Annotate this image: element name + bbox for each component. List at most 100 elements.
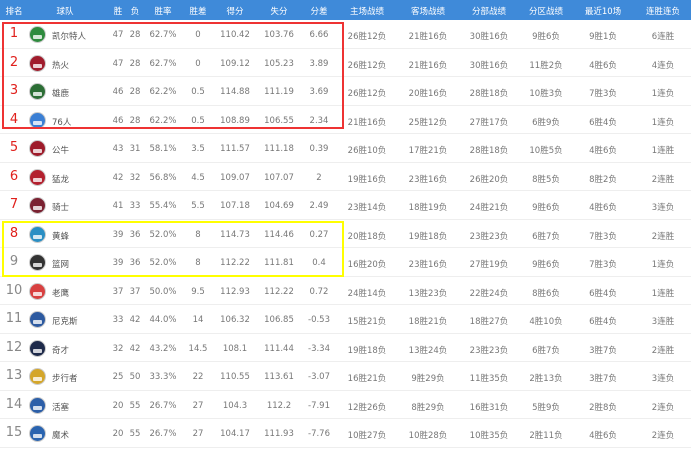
team-logo-icon xyxy=(29,254,46,271)
header-streak[interactable]: 连胜连负 xyxy=(646,5,680,17)
table-row[interactable]: 4 76人 46 28 62.2% 0.5 108.89 106.55 2.34 21胜16负 25… xyxy=(0,106,691,134)
team-name[interactable]: 奇才 xyxy=(52,344,69,356)
header-away-record[interactable]: 客场战绩 xyxy=(411,5,445,17)
team-logo-icon xyxy=(29,111,46,129)
games-behind: 9.5 xyxy=(191,286,205,297)
rank: 1 xyxy=(9,26,19,41)
team-name[interactable]: 骑士 xyxy=(52,201,69,213)
team-name[interactable]: 老鹰 xyxy=(52,287,69,299)
team-name[interactable]: 尼克斯 xyxy=(52,315,78,327)
team-name[interactable]: 76人 xyxy=(52,116,71,128)
team-logo-icon xyxy=(29,26,46,43)
conference-record: 9胜6负 xyxy=(532,203,560,213)
table-row[interactable]: 6 猛龙 42 32 56.8% 4.5 109.07 107.07 2 19胜16负 23胜16负… xyxy=(0,163,691,191)
table-row[interactable]: 7 骑士 41 33 55.4% 5.5 107.18 104.69 2.49 23胜14负 18胜… xyxy=(0,191,691,220)
header-points-for[interactable]: 得分 xyxy=(226,5,243,17)
games-behind: 8 xyxy=(195,258,201,268)
home-record: 15胜21负 xyxy=(347,317,387,327)
team-name[interactable]: 雄鹿 xyxy=(52,87,69,99)
header-points-against[interactable]: 失分 xyxy=(270,5,287,17)
last-10: 4胜6负 xyxy=(589,203,617,213)
last-10: 2胜8负 xyxy=(589,402,617,413)
win-pct: 56.8% xyxy=(149,172,177,183)
table-row[interactable]: 10 老鹰 37 37 50.0% 9.5 112.93 112.22 0.72 24胜14负 13… xyxy=(0,277,691,305)
games-behind: 27 xyxy=(192,400,204,411)
header-games-behind[interactable]: 胜差 xyxy=(189,5,206,17)
table-row[interactable]: 15 魔术 20 55 26.7% 27 104.17 111.93 -7.76 10胜27负 10… xyxy=(0,419,691,448)
header-home-record[interactable]: 主场战绩 xyxy=(350,5,384,17)
division-record: 22胜24负 xyxy=(469,288,509,299)
table-row[interactable]: 2 热火 47 28 62.7% 0 109.12 105.23 3.89 26胜12负 21胜16… xyxy=(0,49,691,77)
table-row[interactable]: 3 雄鹿 46 28 62.2% 0.5 114.88 111.19 3.69 26胜12负 20胜… xyxy=(0,77,691,106)
last-10: 6胜4负 xyxy=(589,117,617,128)
losses: 42 xyxy=(129,343,141,354)
home-record: 19胜18负 xyxy=(347,345,387,356)
division-record: 27胜17负 xyxy=(469,117,509,128)
point-diff: -3.07 xyxy=(308,372,330,382)
point-diff: 2 xyxy=(316,172,322,183)
team-name[interactable]: 活塞 xyxy=(52,401,69,413)
team-name[interactable]: 热火 xyxy=(52,59,69,71)
points-against: 113.61 xyxy=(264,372,294,382)
losses: 55 xyxy=(129,429,141,439)
points-for: 108.1 xyxy=(222,343,248,354)
home-record: 16胜21负 xyxy=(347,374,387,384)
points-for: 114.88 xyxy=(220,87,250,97)
table-row[interactable]: 1 凯尔特人 47 28 62.7% 0 110.42 103.76 6.66 26胜12负 21胜… xyxy=(0,20,691,49)
header-last-10[interactable]: 最近10场 xyxy=(585,5,621,17)
header-wins[interactable]: 胜 xyxy=(114,5,123,17)
header-division-record[interactable]: 分部战绩 xyxy=(472,5,506,17)
team-name[interactable]: 步行者 xyxy=(52,372,78,384)
points-against: 106.85 xyxy=(264,315,294,325)
table-row[interactable]: 9 篮网 39 36 52.0% 8 112.22 111.81 0.4 16胜20负 23胜16负… xyxy=(0,248,691,277)
home-record: 26胜10负 xyxy=(347,146,387,156)
away-record: 9胜29负 xyxy=(411,374,445,384)
rank: 2 xyxy=(9,54,19,70)
team-name[interactable]: 凯尔特人 xyxy=(52,30,86,42)
point-diff: 2.49 xyxy=(309,201,329,211)
wins: 42 xyxy=(112,172,124,183)
streak: 2连负 xyxy=(651,431,675,441)
team-name[interactable]: 猛龙 xyxy=(52,173,69,185)
points-for: 112.22 xyxy=(220,258,250,268)
games-behind: 5.5 xyxy=(191,201,205,211)
points-against: 111.81 xyxy=(264,258,294,268)
table-row[interactable]: 11 尼克斯 33 42 44.0% 14 106.32 106.85 -0.53 15胜21负 1… xyxy=(0,305,691,334)
team-logo-icon xyxy=(29,54,46,72)
table-row[interactable]: 8 黄蜂 39 36 52.0% 8 114.73 114.46 0.27 20胜18负 19胜18… xyxy=(0,220,691,248)
table-row[interactable]: 14 活塞 20 55 26.7% 27 104.3 112.2 -7.91 12胜26负 8胜29… xyxy=(0,391,691,419)
team-name[interactable]: 魔术 xyxy=(52,429,69,441)
points-for: 110.42 xyxy=(220,30,250,40)
header-losses[interactable]: 负 xyxy=(131,5,140,17)
losses: 36 xyxy=(129,258,141,268)
header-win-pct[interactable]: 胜率 xyxy=(154,5,171,17)
wins: 20 xyxy=(112,400,124,411)
conference-record: 2胜13负 xyxy=(529,374,563,384)
table-row[interactable]: 13 步行者 25 50 33.3% 22 110.55 113.61 -3.07 16胜21负 9… xyxy=(0,362,691,391)
away-record: 23胜16负 xyxy=(408,260,448,270)
point-diff: -7.91 xyxy=(308,400,330,411)
team-name[interactable]: 篮网 xyxy=(52,258,69,270)
division-record: 10胜35负 xyxy=(469,431,509,441)
home-record: 10胜27负 xyxy=(347,431,387,441)
streak: 4连负 xyxy=(651,60,675,71)
header-point-diff[interactable]: 分差 xyxy=(310,5,327,17)
points-against: 114.46 xyxy=(264,229,294,240)
table-row[interactable]: 5 公牛 43 31 58.1% 3.5 111.57 111.18 0.39 26胜10负 17胜… xyxy=(0,134,691,163)
table-row[interactable]: 12 奇才 32 42 43.2% 14.5 108.1 111.44 -3.34 19胜18负 1… xyxy=(0,334,691,362)
losses: 55 xyxy=(129,400,141,411)
header-team[interactable]: 球队 xyxy=(56,5,73,17)
away-record: 17胜21负 xyxy=(408,146,448,156)
last-10: 4胜6负 xyxy=(589,431,617,441)
games-behind: 0.5 xyxy=(191,87,205,97)
team-name[interactable]: 黄蜂 xyxy=(52,230,69,242)
points-against: 111.19 xyxy=(264,87,294,97)
wins: 32 xyxy=(112,343,124,354)
header-conference-record[interactable]: 分区战绩 xyxy=(529,5,563,17)
wins: 37 xyxy=(112,286,124,297)
streak: 2连负 xyxy=(651,402,675,413)
points-for: 104.3 xyxy=(222,400,248,411)
team-logo-icon xyxy=(29,83,46,100)
team-name[interactable]: 公牛 xyxy=(52,144,69,156)
header-rank[interactable]: 排名 xyxy=(5,5,22,17)
